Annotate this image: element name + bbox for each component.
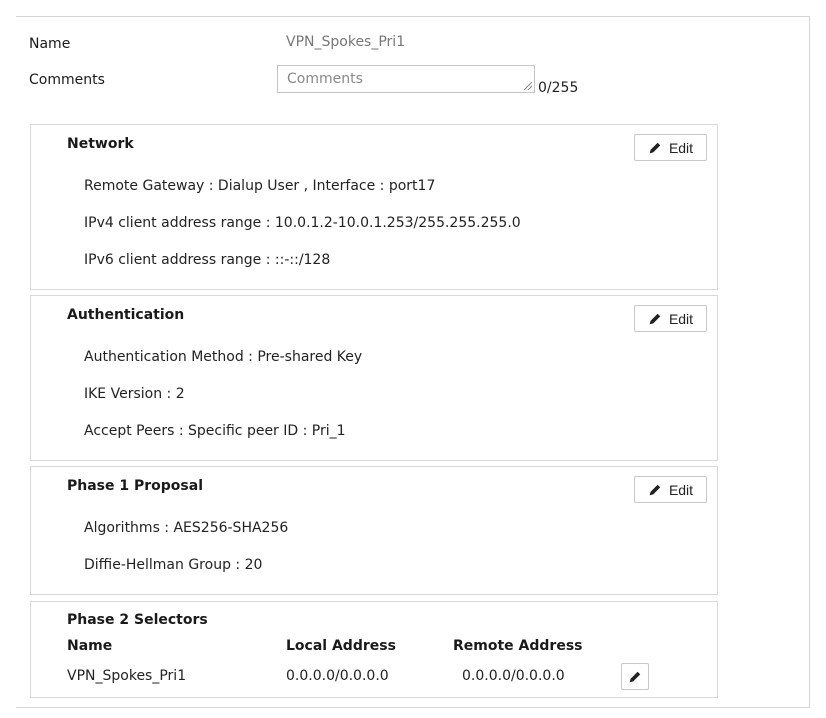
network-panel-title: Network — [67, 136, 134, 152]
auth-accept-peers: Accept Peers : Specific peer ID : Pri_1 — [84, 423, 346, 439]
name-label: Name — [29, 36, 71, 52]
network-ipv4-range: IPv4 client address range : 10.0.1.2-10.… — [84, 215, 521, 231]
pencil-icon — [629, 671, 641, 682]
vpn-tunnel-summary-page: Name VPN_Spokes_Pri1 Comments Comments 0… — [16, 16, 810, 708]
comments-placeholder: Comments — [287, 71, 363, 87]
resize-grip-icon[interactable] — [524, 82, 532, 90]
comments-textarea[interactable]: Comments — [277, 65, 535, 93]
name-value: VPN_Spokes_Pri1 — [286, 34, 406, 50]
pencil-icon — [649, 313, 661, 324]
phase1-panel-title: Phase 1 Proposal — [67, 478, 203, 494]
phase2-col-name: Name — [67, 638, 113, 654]
phase2-panel-title: Phase 2 Selectors — [67, 612, 208, 628]
auth-ike-version: IKE Version : 2 — [84, 386, 185, 402]
network-ipv6-range: IPv6 client address range : ::-::/128 — [84, 252, 331, 268]
phase2-row-name: VPN_Spokes_Pri1 — [67, 668, 187, 684]
comments-char-counter: 0/255 — [538, 80, 579, 96]
authentication-panel-title: Authentication — [67, 307, 185, 323]
pencil-icon — [649, 142, 661, 153]
comments-label: Comments — [29, 72, 105, 88]
network-panel: Network Edit Remote Gateway : Dialup Use… — [30, 124, 718, 290]
phase1-edit-button[interactable]: Edit — [634, 476, 707, 503]
phase2-row-local-address: 0.0.0.0/0.0.0.0 — [286, 668, 389, 684]
authentication-edit-button[interactable]: Edit — [634, 305, 707, 332]
pencil-icon — [649, 484, 661, 495]
phase2-col-remote-address: Remote Address — [453, 638, 583, 654]
phase1-panel: Phase 1 Proposal Edit Algorithms : AES25… — [30, 466, 718, 595]
phase1-edit-label: Edit — [668, 481, 694, 498]
network-remote-gateway: Remote Gateway : Dialup User , Interface… — [84, 178, 436, 194]
network-edit-label: Edit — [668, 139, 694, 156]
network-edit-button[interactable]: Edit — [634, 134, 707, 161]
phase2-col-local-address: Local Address — [286, 638, 396, 654]
authentication-panel: Authentication Edit Authentication Metho… — [30, 295, 718, 461]
authentication-edit-label: Edit — [668, 310, 694, 327]
phase2-panel: Phase 2 Selectors Name Local Address Rem… — [30, 601, 718, 698]
phase1-algorithms: Algorithms : AES256-SHA256 — [84, 520, 289, 536]
phase1-dh-group: Diffie-Hellman Group : 20 — [84, 557, 263, 573]
auth-method: Authentication Method : Pre-shared Key — [84, 349, 363, 365]
phase2-row-edit-button[interactable] — [621, 663, 649, 690]
phase2-row-remote-address: 0.0.0.0/0.0.0.0 — [462, 668, 565, 684]
